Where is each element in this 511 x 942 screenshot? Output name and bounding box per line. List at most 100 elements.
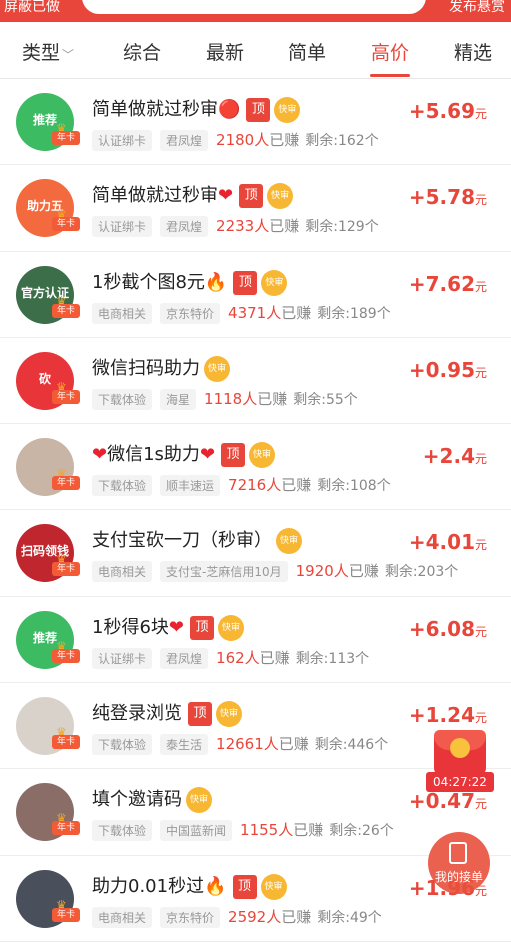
- task-title: 支付宝砍一刀（秒审） 快审: [92, 526, 302, 555]
- earned-count: 2592人: [228, 907, 282, 926]
- task-meta: 下载体验 中国蓝新闻 1155人已赚 剩余:26个: [92, 819, 394, 842]
- publisher-chip: 君凤煌: [160, 216, 209, 238]
- active-tab-indicator: [370, 74, 410, 77]
- category-chip: 认证绑卡: [92, 647, 153, 669]
- earned-count: 1118人: [204, 389, 258, 408]
- title-emoji: ❤: [218, 185, 234, 207]
- task-row[interactable]: 官方认证 ♛ 年卡 1秒截个图8元🔥 顶快审 电商相关 京东特价 4371人已赚 剩余:…: [0, 252, 511, 338]
- reward-price: +0.95元: [408, 357, 487, 382]
- task-meta: 下载体验 顺丰速运 7216人已赚 剩余:108个: [92, 474, 391, 497]
- publisher-chip: 支付宝-芝麻信用10月: [160, 561, 288, 583]
- task-title: 纯登录浏览顶快审: [92, 699, 242, 728]
- task-row[interactable]: 扫码领钱 ♛ 年卡 支付宝砍一刀（秒审） 快审 电商相关 支付宝-芝麻信用10月 19…: [0, 510, 511, 597]
- title-emoji: 🔥: [204, 271, 228, 293]
- remaining-count: 剩余:26个: [329, 823, 394, 840]
- category-chip: 认证绑卡: [92, 216, 153, 238]
- reward-price: +6.08元: [408, 616, 487, 641]
- task-row[interactable]: 推荐 ♛ 年卡 简单做就过秒审🔴 顶快审 认证绑卡 君凤煌 2180人已赚 剩余:162…: [0, 79, 511, 166]
- tab-comprehensive[interactable]: 综合: [123, 38, 161, 65]
- shield-done-toggle[interactable]: 屏蔽已做: [4, 0, 60, 16]
- task-title: ❤微信1s助力❤ 顶快审: [92, 440, 276, 469]
- top-badge: 顶: [232, 874, 257, 899]
- category-chip: 电商相关: [92, 906, 153, 928]
- publisher-chip: 中国蓝新闻: [160, 820, 233, 842]
- earned-count: 162人: [216, 648, 260, 667]
- task-meta: 认证绑卡 君凤煌 2233人已赚 剩余:129个: [92, 215, 379, 238]
- annual-card-badge: ♛ 年卡: [52, 121, 80, 147]
- annual-card-badge: ♛ 年卡: [52, 380, 80, 406]
- reward-price: +1.24元: [408, 703, 487, 728]
- top-badge: 顶: [233, 270, 258, 295]
- reward-price: +5.78元: [408, 185, 487, 210]
- publisher-chip: 京东特价: [160, 906, 221, 928]
- remaining-count: 剩余:49个: [317, 909, 382, 926]
- earned-count: 4371人: [228, 303, 282, 322]
- title-emoji: ❤: [168, 616, 184, 638]
- annual-card-badge: ♛ 年卡: [52, 725, 80, 751]
- task-meta: 认证绑卡 君凤煌 162人已赚 剩余:113个: [92, 647, 369, 669]
- title-emoji: 🔥: [204, 875, 227, 897]
- task-row[interactable]: 助力五 ♛ 年卡 简单做就过秒审❤ 顶快审 认证绑卡 君凤煌 2233人已赚 剩余:12…: [0, 165, 511, 252]
- annual-card-badge: ♛ 年卡: [52, 898, 80, 924]
- task-row[interactable]: 推荐 ♛ 年卡 1秒得6块❤ 顶快审 认证绑卡 君凤煌 162人已赚 剩余:113个 +…: [0, 597, 511, 684]
- category-chip: 下载体验: [92, 475, 153, 497]
- tab-newest[interactable]: 最新: [206, 38, 244, 65]
- fast-review-badge: 快审: [204, 355, 230, 382]
- fast-review-badge: 快审: [267, 183, 294, 210]
- fast-review-badge: 快审: [274, 97, 301, 123]
- search-box[interactable]: [82, 0, 426, 14]
- category-chip: 下载体验: [92, 820, 153, 842]
- remaining-count: 剩余:203个: [384, 564, 459, 581]
- filter-tabs: 类型 ﹀ 综合 最新 简单 高价 精选: [0, 22, 511, 79]
- remaining-count: 剩余:129个: [305, 219, 379, 236]
- tab-high-price[interactable]: 高价: [371, 38, 409, 65]
- top-badge: 顶: [190, 615, 214, 640]
- fast-review-badge: 快审: [218, 614, 244, 641]
- top-badge: 顶: [239, 184, 264, 209]
- task-title: 1秒截个图8元🔥 顶快审: [92, 268, 288, 296]
- task-title: 填个邀请码 快审: [92, 785, 212, 814]
- publisher-chip: 京东特价: [160, 302, 221, 324]
- earned-count: 12661人: [216, 735, 279, 754]
- annual-card-badge: ♛ 年卡: [52, 811, 80, 837]
- annual-card-badge: ♛ 年卡: [52, 207, 80, 233]
- title-emoji: ❤: [92, 444, 108, 466]
- task-title: 简单做就过秒审❤ 顶快审: [92, 181, 294, 210]
- fast-review-badge: 快审: [276, 528, 302, 555]
- fast-review-badge: 快审: [260, 873, 287, 900]
- publish-reward-link[interactable]: 发布悬赏: [449, 0, 505, 16]
- annual-card-badge: ♛ 年卡: [52, 552, 80, 578]
- tab-type[interactable]: 类型 ﹀: [22, 38, 74, 65]
- title-emoji: 🔴: [218, 99, 241, 120]
- remaining-count: 剩余:113个: [295, 650, 370, 667]
- countdown-timer: 04:27:22: [426, 772, 494, 792]
- task-row[interactable]: ♛ 年卡 ❤微信1s助力❤ 顶快审 下载体验 顺丰速运 7216人已赚 剩余:108个 …: [0, 424, 511, 511]
- publisher-chip: 顺丰速运: [160, 475, 221, 497]
- fast-review-badge: 快审: [216, 701, 242, 728]
- my-orders-button[interactable]: 我的接单: [428, 832, 490, 894]
- task-meta: 电商相关 京东特价 4371人已赚 剩余:189个: [92, 302, 391, 324]
- publisher-chip: 君凤煌: [160, 647, 209, 669]
- my-orders-label: 我的接单: [434, 870, 483, 884]
- earned-count: 1155人: [240, 821, 294, 840]
- remaining-count: 剩余:162个: [305, 133, 379, 149]
- category-chip: 下载体验: [92, 734, 153, 756]
- remaining-count: 剩余:108个: [317, 478, 391, 495]
- task-title: 微信扫码助力 快审: [92, 354, 230, 382]
- tab-simple[interactable]: 简单: [288, 38, 326, 65]
- top-badge: 顶: [246, 98, 271, 122]
- task-row[interactable]: 砍 ♛ 年卡 微信扫码助力 快审 下载体验 海星 1118人已赚 剩余:55个 +0.9…: [0, 338, 511, 425]
- category-chip: 下载体验: [92, 388, 153, 410]
- document-icon: [449, 842, 467, 864]
- tab-featured[interactable]: 精选: [454, 38, 492, 65]
- top-badge: 顶: [221, 443, 246, 468]
- annual-card-badge: ♛ 年卡: [52, 466, 80, 492]
- task-meta: 下载体验 海星 1118人已赚 剩余:55个: [92, 388, 358, 410]
- chevron-down-icon: ﹀: [62, 48, 75, 62]
- fast-review-badge: 快审: [186, 787, 212, 814]
- task-title: 助力0.01秒过🔥 顶快审: [92, 872, 287, 900]
- task-meta: 电商相关 京东特价 2592人已赚 剩余:49个: [92, 906, 382, 928]
- publisher-chip: 泰生活: [160, 734, 209, 756]
- category-chip: 电商相关: [92, 302, 153, 324]
- top-bar: 屏蔽已做 发布悬赏: [0, 0, 511, 22]
